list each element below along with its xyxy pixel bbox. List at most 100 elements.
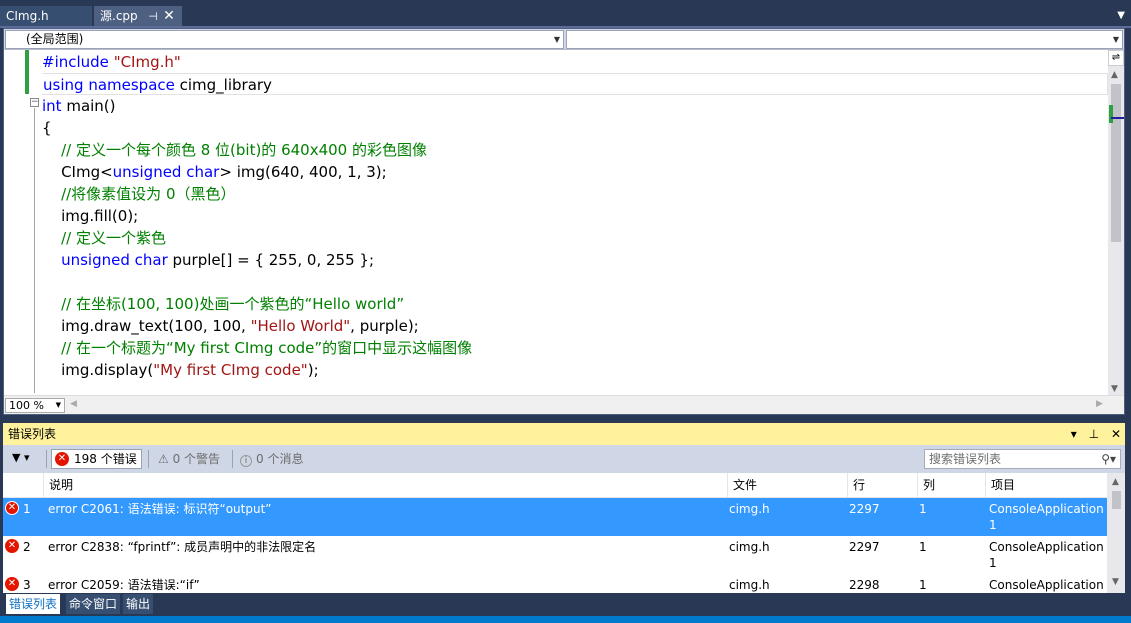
filter-icon[interactable]: ▼ ▾ xyxy=(12,451,29,464)
scroll-right-icon[interactable]: ▶ xyxy=(1096,399,1103,409)
code-line[interactable]: unsigned char purple[] = { 255, 0, 255 }… xyxy=(42,249,374,271)
tab-output[interactable]: 输出 xyxy=(123,594,154,614)
close-icon[interactable]: ✕ xyxy=(1111,427,1121,441)
zoom-value: 100 % xyxy=(9,399,44,412)
tab-overflow-icon[interactable]: ▼ xyxy=(1117,10,1125,21)
errors-filter-button[interactable]: ✕ 198 个错误 xyxy=(51,449,142,469)
error-line: 2298 xyxy=(849,578,880,592)
error-icon: ✕ xyxy=(5,501,19,515)
error-list-table: 说明 文件 行 列 项目 ✕ 1 error C2061: 语法错误: 标识符“ou… xyxy=(3,473,1125,593)
code-token: cimg_library xyxy=(174,76,272,94)
errors-count-label: 198 个错误 xyxy=(74,452,137,466)
error-column: 1 xyxy=(919,578,927,592)
code-area[interactable]: #include "CImg.h" using namespace cimg_li… xyxy=(42,51,1108,393)
tab-source-cpp[interactable]: 源.cpp ⊣ ✕ xyxy=(94,6,182,27)
close-icon[interactable]: ✕ xyxy=(162,6,176,27)
error-number: 2 xyxy=(23,540,31,554)
column-col[interactable]: 列 xyxy=(917,473,985,498)
error-line: 2297 xyxy=(849,502,880,516)
code-line[interactable]: // 定义一个每个颜色 8 位(bit)的 640x400 的彩色图像 xyxy=(42,139,427,161)
code-line[interactable]: int main() xyxy=(42,95,116,117)
error-list-header: 错误列表 ▾ ⊥ ✕ xyxy=(3,423,1125,445)
code-line[interactable]: { xyxy=(42,117,52,139)
tab-cimg-h[interactable]: CImg.h xyxy=(0,6,92,27)
code-token: // 在一个标题为“My first CImg code”的窗口中显示这幅图像 xyxy=(61,339,473,357)
code-token: , purple); xyxy=(350,317,419,335)
column-file[interactable]: 文件 xyxy=(727,473,847,498)
table-row[interactable]: ✕ 1 error C2061: 语法错误: 标识符“output” cimg.h 22… xyxy=(3,498,1107,536)
error-project: ConsoleApplication xyxy=(989,502,1104,516)
code-token: CImg< xyxy=(42,163,113,181)
code-line[interactable]: // 在坐标(100, 100)处画一个紫色的“Hello world” xyxy=(42,293,404,315)
search-placeholder: 搜索错误列表 xyxy=(929,452,1002,466)
code-token: #include xyxy=(42,53,114,71)
messages-filter-button[interactable]: i 0 个消息 xyxy=(240,449,303,469)
chevron-down-icon: ▼ xyxy=(1112,35,1119,44)
error-project-suffix: 1 xyxy=(989,518,997,532)
error-file: cimg.h xyxy=(729,540,770,554)
tab-error-list[interactable]: 错误列表 xyxy=(6,594,61,614)
fold-guide xyxy=(34,108,35,393)
scope-value: (全局范围) xyxy=(26,32,84,46)
search-icon[interactable]: ⚲▾ xyxy=(1101,450,1116,468)
error-number: 3 xyxy=(23,578,31,592)
scroll-left-icon[interactable]: ◀ xyxy=(70,399,77,409)
code-line[interactable]: using namespace cimg_library xyxy=(42,73,1108,95)
code-token: // 定义一个紫色 xyxy=(61,229,166,247)
code-token: purple[] = { 255, 0, 255 }; xyxy=(167,251,375,269)
code-line[interactable]: // 在一个标题为“My first CImg code”的窗口中显示这幅图像 xyxy=(42,337,472,359)
code-line[interactable]: img.display("My first CImg code"); xyxy=(42,359,319,381)
warning-icon: ⚠ xyxy=(158,452,173,466)
table-row[interactable]: ✕ 2 error C2838: “fprintf”: 成员声明中的非法限定名 cim… xyxy=(3,536,1107,574)
split-window-icon[interactable]: ⇌ xyxy=(1108,50,1124,66)
tool-window-tabs: 错误列表 命令窗口 输出 xyxy=(3,594,1125,614)
code-line[interactable]: #include "CImg.h" xyxy=(42,51,181,73)
scroll-up-icon[interactable]: ▲ xyxy=(1111,70,1118,80)
error-list-scrollbar[interactable]: ▲ ▼ xyxy=(1107,473,1125,593)
code-token: { xyxy=(42,119,52,137)
column-line[interactable]: 行 xyxy=(847,473,917,498)
scroll-down-icon[interactable]: ▼ xyxy=(1111,384,1118,394)
scroll-down-icon[interactable]: ▼ xyxy=(1112,577,1119,587)
scroll-thumb[interactable] xyxy=(1112,491,1121,509)
column-description[interactable]: 说明 xyxy=(43,473,727,498)
error-icon: ✕ xyxy=(55,452,69,466)
code-line[interactable]: // 定义一个紫色 xyxy=(42,227,166,249)
code-token: using xyxy=(43,76,84,94)
code-token: // 在坐标(100, 100)处画一个紫色的“Hello world” xyxy=(61,295,405,313)
status-bar xyxy=(0,616,1131,623)
error-file: cimg.h xyxy=(729,502,770,516)
scope-dropdown[interactable]: (全局范围) ▼ xyxy=(5,30,564,49)
code-line[interactable]: img.fill(0); xyxy=(42,205,138,227)
code-token: // 定义一个每个颜色 8 位(bit)的 640x400 的彩色图像 xyxy=(61,141,427,159)
chevron-down-icon: ▼ xyxy=(55,401,61,409)
error-description: error C2059: 语法错误:“if” xyxy=(48,578,200,592)
code-line[interactable]: CImg<unsigned char> img(640, 400, 1, 3); xyxy=(42,161,387,183)
column-project[interactable]: 项目 xyxy=(985,473,1107,498)
collapse-icon[interactable]: − xyxy=(30,98,39,107)
code-token: unsigned xyxy=(112,163,182,181)
pin-icon[interactable]: ⊣ xyxy=(146,6,160,27)
scroll-up-icon[interactable]: ▲ xyxy=(1112,477,1119,487)
code-line[interactable]: img.draw_text(100, 100, "Hello World", p… xyxy=(42,315,419,337)
error-description: error C2838: “fprintf”: 成员声明中的非法限定名 xyxy=(48,540,317,554)
zoom-dropdown[interactable]: 100 % ▼ xyxy=(5,398,65,413)
tab-command-window[interactable]: 命令窗口 xyxy=(66,594,121,614)
table-row[interactable]: ✕ 3 error C2059: 语法错误:“if” cimg.h 2298 1 Conso… xyxy=(3,574,1107,593)
code-token: "Hello World" xyxy=(250,317,351,335)
warnings-count-label: 0 个警告 xyxy=(172,452,221,466)
editor-vertical-scrollbar[interactable]: ⇌ ▲ ▼ xyxy=(1108,50,1124,395)
error-search-input[interactable]: 搜索错误列表 ⚲▾ xyxy=(924,449,1121,469)
warnings-filter-button[interactable]: ⚠ 0 个警告 xyxy=(158,449,220,469)
error-icon: ✕ xyxy=(5,539,19,553)
panel-menu-icon[interactable]: ▾ xyxy=(1071,427,1077,441)
pin-icon[interactable]: ⊥ xyxy=(1089,427,1099,441)
error-line: 2297 xyxy=(849,540,880,554)
code-line[interactable]: //将像素值设为 0（黑色） xyxy=(42,183,236,205)
info-icon: i xyxy=(240,455,252,467)
member-dropdown[interactable]: ▼ xyxy=(566,30,1123,49)
code-token: //将像素值设为 0（黑色） xyxy=(61,185,236,203)
